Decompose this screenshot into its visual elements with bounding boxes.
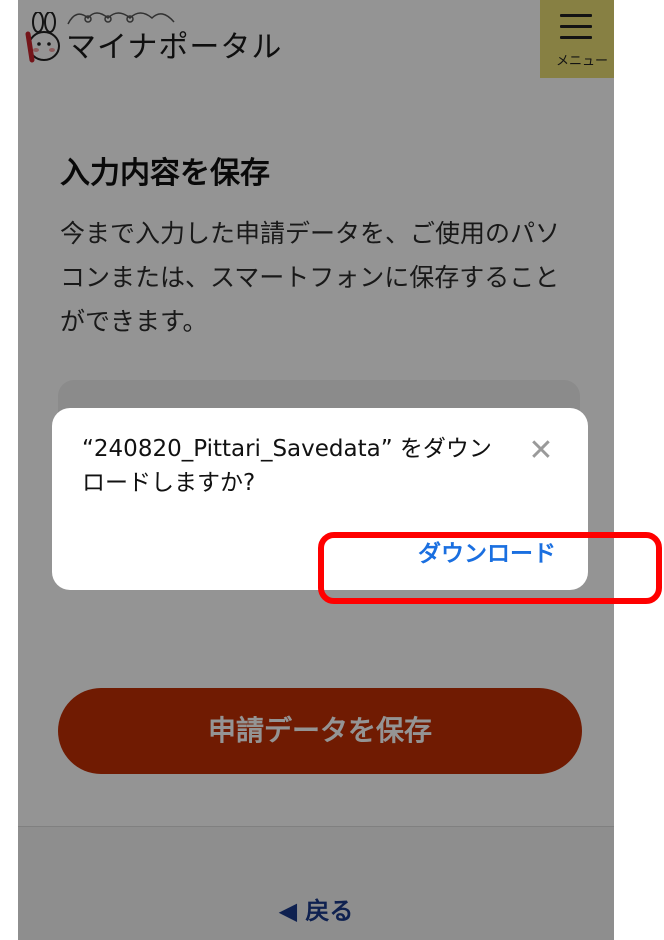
highlight-box [318,532,662,604]
dialog-message: “240820_Pittari_Savedata” をダウンロードしますか? [82,436,492,496]
phone-screen: マイナポータル メニュー 入力内容を保存 今まで入力した申請データを、ご使用のパ… [18,0,614,940]
close-icon[interactable]: ✕ [526,436,556,466]
